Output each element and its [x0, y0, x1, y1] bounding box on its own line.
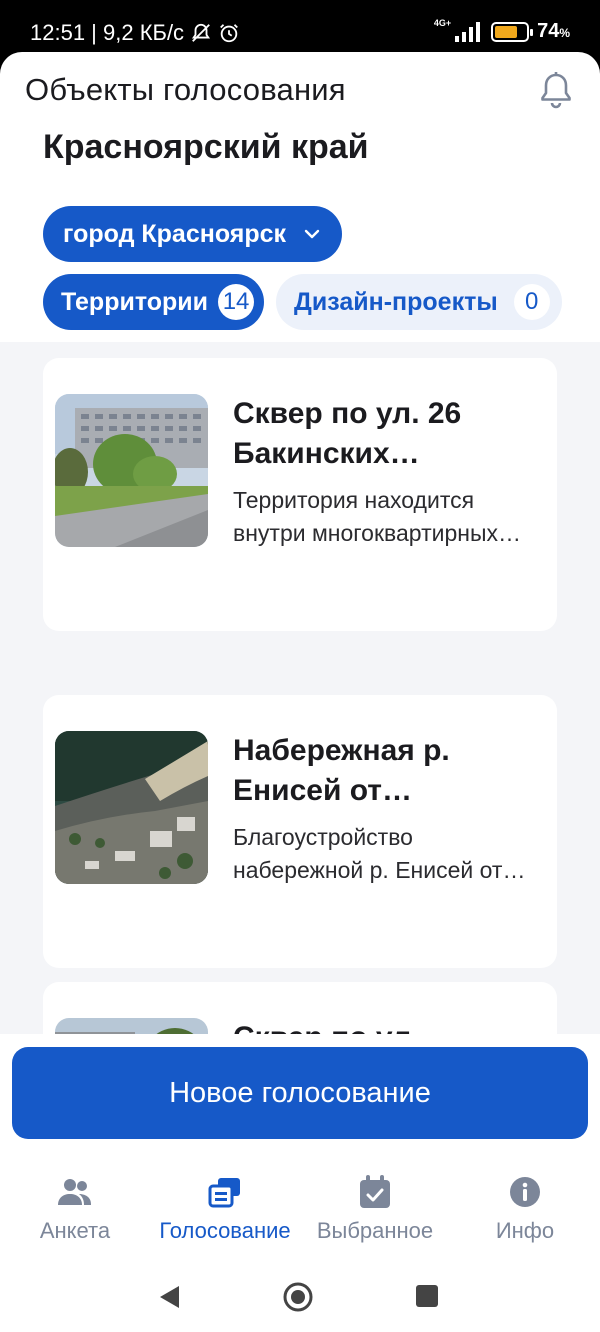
chevron-down-icon: [304, 229, 320, 239]
city-select[interactable]: город Красноярск: [43, 206, 343, 262]
status-right: 4G+ 74%: [433, 18, 570, 43]
tab-count-badge: 14: [218, 284, 255, 320]
new-vote-button[interactable]: Новое голосование: [12, 1047, 588, 1139]
status-time: 12:51 | 9,2 КБ/с: [30, 20, 185, 45]
nav-item-voting[interactable]: Голосование: [150, 1172, 300, 1252]
object-thumbnail: [55, 394, 208, 547]
nav-label: Выбранное: [316, 1218, 434, 1243]
battery-percent: 74%: [537, 20, 570, 43]
city-select-value: город Красноярск: [63, 219, 287, 248]
battery-fill: [495, 25, 518, 38]
people-icon: [58, 1179, 91, 1205]
list-item[interactable]: Сквер по ул. 26 Бакинских комиссаров Тер…: [43, 358, 557, 631]
vote-icon: [208, 1178, 240, 1208]
nav-label: Инфо: [495, 1218, 555, 1243]
app-screen: Объекты голосования Красноярский край го…: [0, 52, 600, 1332]
object-thumbnail: [55, 731, 208, 884]
tab-design-projects[interactable]: Дизайн-проекты 0: [276, 274, 562, 330]
object-thumbnail: [55, 1018, 208, 1034]
nav-label: Анкета: [39, 1218, 111, 1243]
list-item[interactable]: Набережная р. Енисей от Октябрьского мос…: [43, 695, 557, 968]
notifications-button[interactable]: [536, 70, 576, 110]
list-item-description: Благоустройство набережной р. Енисей от …: [233, 824, 503, 883]
back-icon[interactable]: [157, 1284, 181, 1310]
tabs: Территории 14 Дизайн-проекты 0: [43, 274, 562, 330]
nav-label: Голосование: [159, 1218, 291, 1243]
alarm-icon: [220, 24, 238, 43]
tab-territories[interactable]: Территории 14: [43, 274, 265, 330]
info-icon: [510, 1177, 540, 1207]
list-item[interactable]: Сквер по ул. Вейнбаума, 38: [43, 982, 557, 1034]
tab-label: Дизайн-проекты: [294, 287, 498, 316]
list-item-description: Территория находится внутри многоквартир…: [233, 487, 498, 546]
battery-percent-value: 74: [537, 20, 560, 42]
list-item-title: Набережная р. Енисей от Октябрьского мос…: [233, 734, 450, 807]
calendar-check-icon: [360, 1175, 390, 1208]
home-icon[interactable]: [283, 1282, 313, 1312]
system-navigation: [0, 1274, 600, 1324]
battery-percent-unit: %: [559, 26, 570, 40]
list-item-title: Сквер по ул. 26 Бакинских комиссаров: [233, 397, 462, 470]
network-type: 4G+: [433, 18, 452, 28]
recent-apps-icon[interactable]: [416, 1285, 438, 1307]
page-title: Объекты голосования: [25, 72, 346, 107]
battery-icon: [491, 21, 534, 42]
signal-icon: [455, 21, 481, 42]
muted-bell-icon: [192, 23, 211, 42]
status-left: 12:51 | 9,2 КБ/с: [30, 20, 240, 46]
nav-item-info[interactable]: Инфо: [450, 1172, 600, 1252]
region-title: Красноярский край: [43, 128, 369, 166]
bell-icon: [541, 72, 571, 109]
bottom-nav: Анкета Голосование Выбранное Инфо: [0, 1172, 600, 1252]
nav-item-questionnaire[interactable]: Анкета: [0, 1172, 150, 1252]
nav-item-favorites[interactable]: Выбранное: [300, 1172, 450, 1252]
list-item-title: Сквер по ул. Вейнбаума, 38: [233, 1018, 545, 1034]
objects-list[interactable]: Сквер по ул. 26 Бакинских комиссаров Тер…: [0, 342, 600, 1034]
tab-count-badge: 0: [513, 284, 550, 320]
tab-label: Территории: [61, 287, 209, 316]
